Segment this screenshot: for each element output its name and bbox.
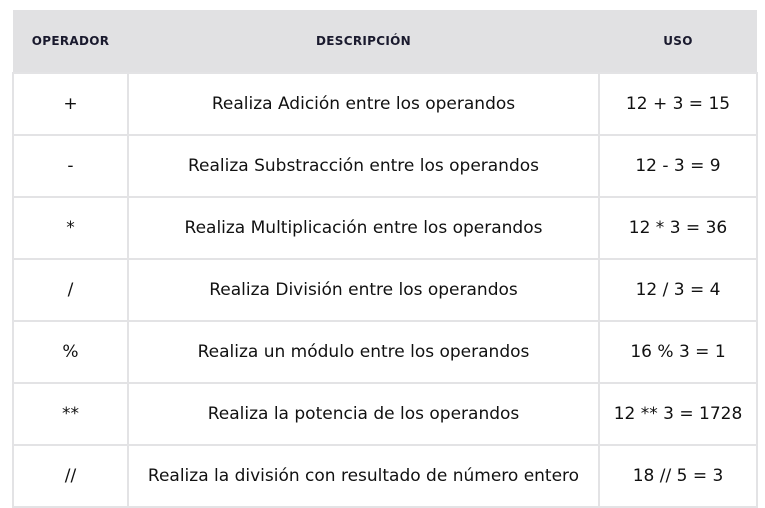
usage-cell: 12 - 3 = 9 bbox=[598, 134, 758, 198]
table-row: - Realiza Substracción entre los operando… bbox=[12, 134, 758, 198]
description-cell: Realiza Adición entre los operandos bbox=[127, 72, 600, 136]
table-row: ** Realiza la potencia de los operandos 12… bbox=[12, 382, 758, 446]
usage-cell: 12 + 3 = 15 bbox=[598, 72, 758, 136]
operators-table: OPERADOR DESCRIPCIÓN USO + Realiza Adició… bbox=[12, 10, 758, 508]
table-row: * Realiza Multiplicación entre los operan… bbox=[12, 196, 758, 260]
operator-cell: // bbox=[12, 444, 129, 508]
operator-cell: * bbox=[12, 196, 129, 260]
description-cell: Realiza División entre los operandos bbox=[127, 258, 600, 322]
header-operator: OPERADOR bbox=[13, 10, 128, 73]
description-cell: Realiza la división con resultado de núm… bbox=[127, 444, 600, 508]
operator-cell: % bbox=[12, 320, 129, 384]
description-cell: Realiza un módulo entre los operandos bbox=[127, 320, 600, 384]
table-row: + Realiza Adición entre los operandos 12 +… bbox=[12, 72, 758, 136]
operator-cell: / bbox=[12, 258, 129, 322]
usage-cell: 12 * 3 = 36 bbox=[598, 196, 758, 260]
table-row: //Realiza la división con resultado de n… bbox=[12, 444, 758, 508]
usage-cell: 18 // 5 = 3 bbox=[598, 444, 758, 508]
header-usage: USO bbox=[599, 10, 757, 73]
usage-cell: 16 % 3 = 1 bbox=[598, 320, 758, 384]
operator-cell: - bbox=[12, 134, 129, 198]
usage-cell: 12 / 3 = 4 bbox=[598, 258, 758, 322]
operator-cell: ** bbox=[12, 382, 129, 446]
header-description: DESCRIPCIÓN bbox=[128, 10, 599, 73]
description-cell: Realiza Substracción entre los operandos bbox=[127, 134, 600, 198]
table-row: / Realiza División entre los operandos 12 … bbox=[12, 258, 758, 322]
description-cell: Realiza Multiplicación entre los operand… bbox=[127, 196, 600, 260]
table-header-row: OPERADOR DESCRIPCIÓN USO bbox=[13, 10, 757, 73]
description-cell: Realiza la potencia de los operandos bbox=[127, 382, 600, 446]
usage-cell: 12 ** 3 = 1728 bbox=[598, 382, 758, 446]
operator-cell: + bbox=[12, 72, 129, 136]
table-row: % Realiza un módulo entre los operandos 16… bbox=[12, 320, 758, 384]
